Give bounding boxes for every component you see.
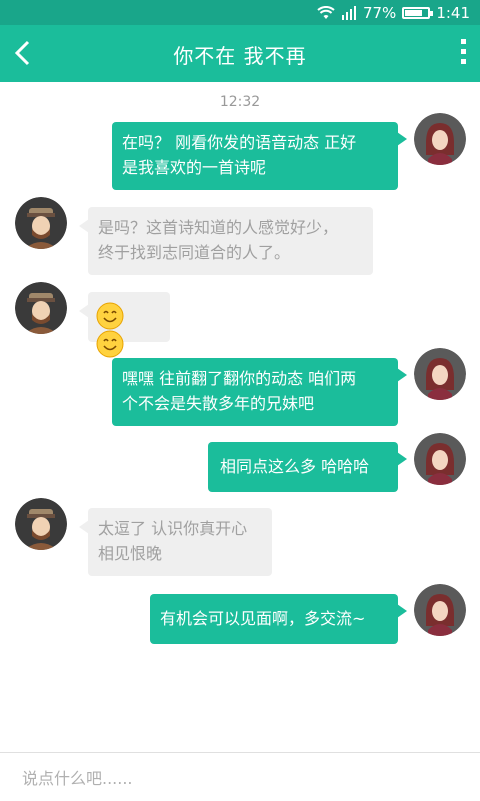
- message-bubble-incoming[interactable]: 太逗了 认识你真开心 相见恨晚: [79, 508, 272, 576]
- status-icons: 77% 1:41: [317, 3, 470, 22]
- message-bubble-outgoing[interactable]: 在吗？ 刚看你发的语音动态 正好 是我喜欢的一首诗呢: [112, 122, 407, 190]
- message-bubble-outgoing[interactable]: 相同点这么多 哈哈哈: [208, 442, 407, 492]
- chat-title: 你不在 我不再: [173, 44, 307, 68]
- message-bubble-incoming[interactable]: 是吗？这首诗知道的人感觉好少， 终于找到志同道合的人了。: [79, 207, 373, 275]
- avatar-me[interactable]: [414, 113, 466, 165]
- message-text: 终于找到志同道合的人了。: [98, 243, 291, 262]
- message-bubble-outgoing[interactable]: 有机会可以见面啊，多交流~: [150, 594, 407, 644]
- status-bar: 77% 1:41: [0, 0, 480, 25]
- avatar-me[interactable]: [414, 348, 466, 400]
- message-text: 相同点这么多 哈哈哈: [220, 457, 370, 476]
- battery-percent: 77%: [362, 3, 397, 22]
- smile-emoji-icon: [96, 330, 124, 358]
- message-text: 嘿嘿 往前翻了翻你的动态 咱们两: [122, 369, 357, 388]
- chat-timestamp: 12:32: [219, 94, 261, 110]
- message-text: 有机会可以见面啊，多交流~: [160, 609, 366, 628]
- signal-icon: [341, 5, 356, 20]
- message-input[interactable]: 说点什么吧......: [0, 752, 480, 801]
- avatar-contact[interactable]: [15, 282, 67, 334]
- message-text: 相见恨晚: [98, 544, 163, 563]
- clock: 1:41: [436, 3, 470, 22]
- message-text: 个不会是失散多年的兄妹吧: [122, 394, 315, 413]
- battery-icon: [402, 6, 434, 19]
- message-input-placeholder: 说点什么吧......: [22, 769, 133, 788]
- message-bubble-incoming[interactable]: [79, 292, 170, 358]
- vertical-dots-icon[interactable]: [458, 39, 468, 69]
- wifi-icon: [317, 5, 335, 19]
- message-text: 是我喜欢的一首诗呢: [122, 158, 267, 177]
- message-text: 是吗？这首诗知道的人感觉好少，: [98, 218, 339, 237]
- message-text: 在吗？ 刚看你发的语音动态 正好: [122, 133, 357, 152]
- message-bubble-outgoing[interactable]: 嘿嘿 往前翻了翻你的动态 咱们两 个不会是失散多年的兄妹吧: [112, 358, 407, 426]
- avatar-contact[interactable]: [15, 498, 67, 550]
- message-text: 太逗了 认识你真开心: [98, 519, 248, 538]
- avatar-contact[interactable]: [15, 197, 67, 249]
- avatar-me[interactable]: [414, 584, 466, 636]
- avatar-me[interactable]: [414, 433, 466, 485]
- chat-header: 你不在 我不再: [0, 25, 480, 82]
- smile-emoji-icon: [96, 302, 124, 330]
